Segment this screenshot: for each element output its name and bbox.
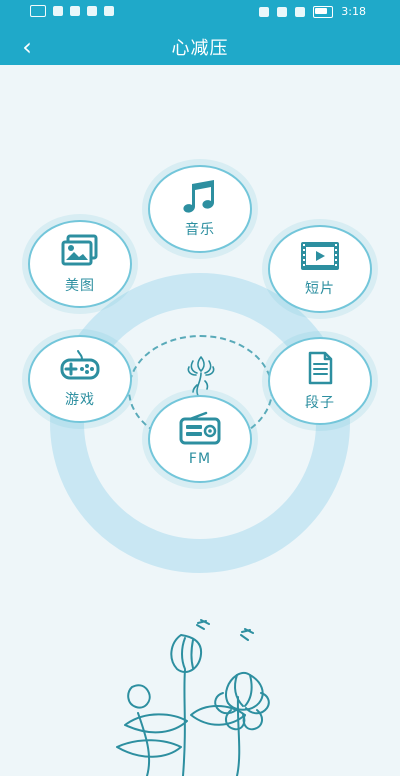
wifi-icon xyxy=(70,6,80,16)
status-time: 3:18 xyxy=(341,5,366,18)
menu-jokes[interactable]: 段子 xyxy=(268,337,372,425)
app-icon xyxy=(104,6,114,16)
menu-label: 美图 xyxy=(65,278,95,294)
main-content: 减压 音乐 短片 段子 xyxy=(0,65,400,776)
film-strip-icon xyxy=(301,242,339,270)
menu-label: 短片 xyxy=(305,281,335,297)
signal-icon xyxy=(53,6,63,16)
hd-icon xyxy=(30,5,46,17)
menu-label: 段子 xyxy=(305,395,335,411)
nfc-icon xyxy=(259,6,270,17)
vibrate-icon xyxy=(295,6,306,17)
image-icon xyxy=(61,234,98,266)
bluetooth-icon xyxy=(277,6,288,17)
gamepad-icon xyxy=(60,350,100,380)
app-header: ‹ 心减压 xyxy=(0,24,400,65)
music-note-icon xyxy=(183,180,214,213)
battery-icon xyxy=(313,5,334,18)
menu-fm[interactable]: FM xyxy=(148,395,252,483)
radio-icon xyxy=(179,411,221,445)
status-left xyxy=(30,5,114,17)
menu-pictures[interactable]: 美图 xyxy=(28,220,132,308)
status-right: 3:18 xyxy=(259,5,366,18)
menu-music[interactable]: 音乐 xyxy=(148,165,252,253)
menu-label: 音乐 xyxy=(185,222,215,238)
menu-label: FM xyxy=(188,451,212,467)
lotus-illustration xyxy=(116,619,270,776)
document-icon xyxy=(308,351,333,385)
chat-icon xyxy=(87,6,97,16)
status-bar: 3:18 xyxy=(0,0,400,24)
page-title: 心减压 xyxy=(171,38,229,59)
menu-label: 游戏 xyxy=(65,392,95,408)
menu-short-video[interactable]: 短片 xyxy=(268,225,372,313)
menu-games[interactable]: 游戏 xyxy=(28,335,132,423)
